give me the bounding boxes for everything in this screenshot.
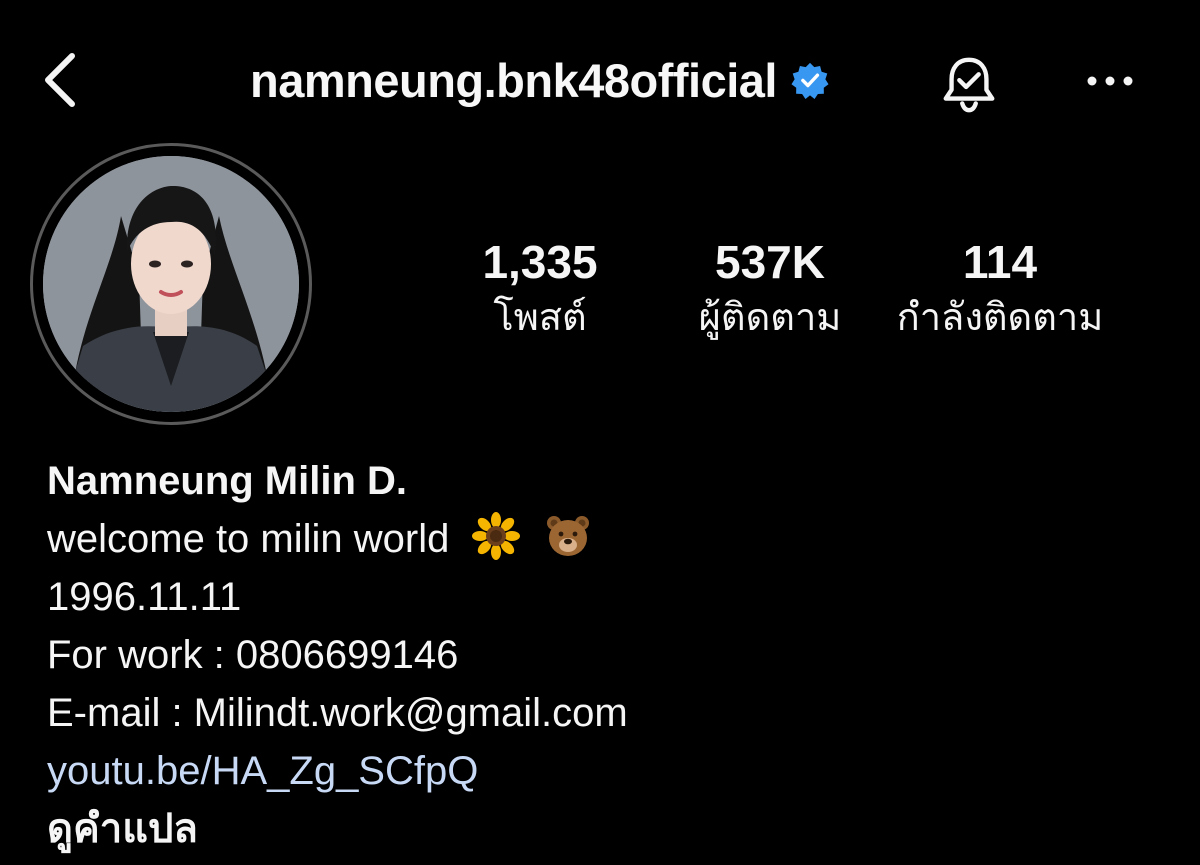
- bio-welcome-text: welcome to milin world: [47, 517, 450, 561]
- header-title: namneung.bnk48official: [250, 50, 829, 110]
- chevron-left-icon: [45, 53, 75, 107]
- profile-avatar[interactable]: [43, 156, 299, 412]
- sunflower-icon: [472, 512, 521, 576]
- posts-stat[interactable]: 1,335 โพสต์: [460, 232, 620, 342]
- bio-youtube-link[interactable]: youtu.be/HA_Zg_SCfpQ: [47, 742, 628, 800]
- bio-line-welcome: welcome to milin world: [47, 510, 628, 568]
- profile-avatar-ring[interactable]: [30, 143, 312, 425]
- posts-label: โพสต์: [493, 297, 587, 339]
- notification-bell-check-icon: [943, 57, 995, 113]
- bear-face-icon: [544, 512, 592, 576]
- more-horizontal-icon: [1087, 76, 1133, 86]
- following-stat[interactable]: 114 กำลังติดตาม: [890, 232, 1110, 342]
- following-count: 114: [962, 236, 1038, 288]
- bio-work-phone: For work : 0806699146: [47, 633, 459, 677]
- see-translation-button[interactable]: ดูคำแปล: [47, 800, 628, 858]
- profile-bio: Namneung Milin D. welcome to milin world: [47, 452, 628, 858]
- back-button[interactable]: [30, 42, 90, 118]
- posts-count: 1,335: [482, 236, 598, 288]
- followers-stat[interactable]: 537K ผู้ติดตาม: [670, 232, 870, 342]
- more-options-button[interactable]: [1080, 56, 1140, 106]
- profile-username: namneung.bnk48official: [250, 53, 777, 107]
- bio-email: E-mail : Milindt.work@gmail.com: [47, 691, 628, 735]
- profile-display-name: Namneung Milin D.: [47, 459, 407, 503]
- followers-count: 537K: [715, 236, 825, 288]
- notification-bell-button[interactable]: [934, 50, 1004, 120]
- bio-birthdate: 1996.11.11: [47, 575, 242, 619]
- following-label: กำลังติดตาม: [896, 297, 1104, 339]
- verified-badge-icon: [791, 61, 829, 99]
- followers-label: ผู้ติดตาม: [698, 297, 842, 339]
